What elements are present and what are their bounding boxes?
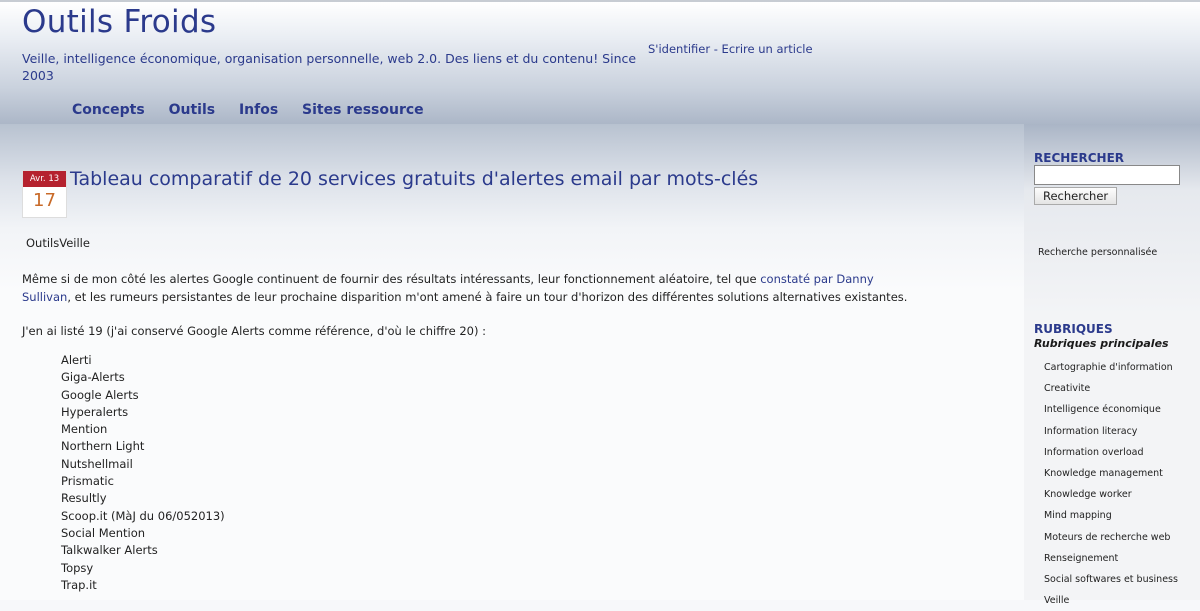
list-item: Talkwalker Alerts [61, 543, 158, 558]
list-item: Social Mention [61, 525, 146, 540]
rubriques-heading: RUBRIQUES [1034, 322, 1113, 336]
rubrique-link[interactable]: Information overload [1044, 447, 1144, 458]
search-button[interactable]: Rechercher [1034, 187, 1118, 205]
list-item: Prismatic [61, 474, 114, 489]
list-item: Trap.it [61, 577, 97, 592]
rubrique-link[interactable]: Renseignement [1044, 553, 1118, 564]
list-item: Information overload [1044, 442, 1178, 463]
list-item: Resultly [61, 491, 107, 506]
intro-text-start: Même si de mon côté les alertes Google c… [22, 272, 761, 286]
rubrique-link[interactable]: Knowledge management [1044, 468, 1163, 479]
sidebar: RECHERCHER Rechercher Recherche personna… [1024, 124, 1200, 606]
site-header: Outils Froids Veille, intelligence écono… [0, 0, 1200, 126]
rubrique-link[interactable]: Creativite [1044, 383, 1090, 394]
rubrique-link[interactable]: Information literacy [1044, 426, 1137, 437]
site-title[interactable]: Outils Froids [22, 4, 216, 40]
list-item: Veille [1044, 590, 1178, 611]
list-item: Information literacy [1044, 421, 1178, 442]
list-item: Scoop.it (MàJ du 06/052013) [61, 508, 225, 523]
list-item: Intelligence économique [1044, 399, 1178, 420]
list-item: Knowledge worker [1044, 484, 1178, 505]
search-heading: RECHERCHER [1034, 151, 1125, 165]
post-categories: OutilsVeille [26, 236, 90, 250]
main-nav: Concepts Outils Infos Sites ressource [72, 102, 443, 118]
header-link-separator: - [710, 42, 722, 56]
list-item: Renseignement [1044, 548, 1178, 569]
rubriques-subheading: Rubriques principales [1034, 337, 1169, 350]
nav-item-outils[interactable]: Outils [169, 102, 216, 118]
post-paragraph-intro: Même si de mon côté les alertes Google c… [22, 270, 922, 306]
list-item: Creativite [1044, 378, 1178, 399]
post-title[interactable]: Tableau comparatif de 20 services gratui… [70, 168, 758, 190]
rubrique-link[interactable]: Intelligence économique [1044, 404, 1161, 415]
rubrique-link[interactable]: Mind mapping [1044, 510, 1112, 521]
list-item: Northern Light [61, 439, 145, 454]
list-item: Cartographie d'information [1044, 357, 1178, 378]
rubrique-link[interactable]: Social softwares et business [1044, 574, 1178, 585]
list-item: Giga-Alerts [61, 370, 125, 385]
list-item: Mind mapping [1044, 505, 1178, 526]
post-paragraph-list-intro: J'en ai listé 19 (j'ai conservé Google A… [22, 324, 486, 338]
rubrique-link[interactable]: Cartographie d'information [1044, 362, 1173, 373]
site-tagline: Veille, intelligence économique, organis… [22, 51, 637, 83]
search-input[interactable] [1034, 165, 1180, 185]
login-link[interactable]: S'identifier [648, 42, 710, 56]
post-date-badge: Avr. 13 17 [22, 170, 67, 218]
list-item: Moteurs de recherche web [1044, 527, 1178, 548]
header-links: S'identifier - Ecrire un article [648, 42, 813, 56]
rubrique-link[interactable]: Veille [1044, 595, 1069, 606]
nav-item-infos[interactable]: Infos [239, 102, 278, 118]
list-item: Mention [61, 422, 108, 437]
list-item: Social softwares et business [1044, 569, 1178, 590]
nav-item-sites-ressource[interactable]: Sites ressource [302, 102, 424, 118]
custom-search-label: Recherche personnalisée [1038, 247, 1158, 258]
rubrique-link[interactable]: Moteurs de recherche web [1044, 532, 1170, 543]
service-list: Alerti Giga-Alerts Google Alerts Hyperal… [61, 352, 225, 594]
post-date-month: Avr. 13 [23, 171, 66, 187]
list-item: Topsy [61, 560, 94, 575]
list-item: Google Alerts [61, 387, 139, 402]
list-item: Hyperalerts [61, 404, 129, 419]
rubriques-list: Cartographie d'information Creativite In… [1044, 357, 1178, 611]
list-item: Nutshellmail [61, 456, 133, 471]
post-date-day: 17 [33, 190, 56, 211]
write-article-link[interactable]: Ecrire un article [722, 42, 813, 56]
nav-item-concepts[interactable]: Concepts [72, 102, 145, 118]
list-item: Knowledge management [1044, 463, 1178, 484]
rubrique-link[interactable]: Knowledge worker [1044, 489, 1132, 500]
intro-text-end: , et les rumeurs persistantes de leur pr… [67, 290, 908, 304]
list-item: Alerti [61, 353, 92, 367]
